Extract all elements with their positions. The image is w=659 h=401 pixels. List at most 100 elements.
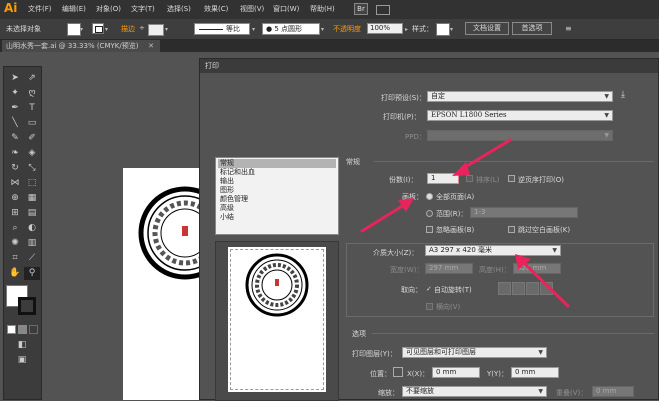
reverse-order-checkbox[interactable]	[508, 175, 515, 182]
position-anchor-icon[interactable]	[393, 367, 403, 377]
print-layers-select[interactable]: 可见图层和可打印图层 ▼	[402, 347, 547, 358]
category-summary[interactable]: 小结	[218, 213, 336, 222]
shape-builder-tool-icon[interactable]: ⊕	[7, 192, 23, 205]
transverse-checkbox[interactable]	[426, 303, 433, 310]
arrange-documents-icon[interactable]	[376, 5, 390, 15]
save-preset-icon[interactable]: ⤓	[621, 90, 625, 100]
chevron-down-icon[interactable]: ▾	[165, 26, 168, 33]
copies-field[interactable]: 1	[427, 173, 459, 184]
mesh-tool-icon[interactable]: ⊞	[7, 207, 23, 220]
variable-width-profile[interactable]: 等比	[194, 23, 250, 35]
none-mode-button[interactable]	[29, 325, 38, 334]
print-preset-select[interactable]: 自定 ▼	[427, 91, 613, 102]
range-radio[interactable]	[426, 210, 433, 217]
width-field[interactable]: 297 mm	[425, 263, 473, 274]
paintbrush-tool-icon[interactable]: ✎	[7, 132, 23, 145]
hand-tool-icon[interactable]: ✋	[7, 267, 23, 280]
category-color-management[interactable]: 颜色管理	[218, 195, 336, 204]
stroke-color-swatch[interactable]	[18, 297, 36, 315]
eyedropper-tool-icon[interactable]: ⌕	[7, 222, 23, 235]
brush-definition[interactable]: ● 5 点圆形	[262, 23, 320, 35]
range-field[interactable]: 1-3	[470, 207, 578, 218]
eraser-tool-icon[interactable]: ◈	[24, 147, 40, 160]
screen-mode-icon[interactable]: ▣	[14, 354, 30, 367]
menu-window[interactable]: 窗口(W)	[273, 4, 299, 14]
perspective-grid-tool-icon[interactable]: ▦	[24, 192, 40, 205]
category-advanced[interactable]: 高级	[218, 204, 336, 213]
graphic-style-swatch[interactable]	[436, 23, 450, 36]
scale-tool-icon[interactable]: ⤡	[24, 162, 40, 175]
pencil-tool-icon[interactable]: ✐	[24, 132, 40, 145]
flipped-landscape-icon[interactable]	[540, 282, 553, 295]
landscape-orientation-icon[interactable]	[512, 282, 525, 295]
bridge-button[interactable]: Br	[354, 3, 368, 15]
stroke-swatch[interactable]	[92, 23, 104, 34]
checkmark-icon[interactable]: ✓	[426, 285, 432, 293]
x-field[interactable]: 0 mm	[432, 367, 480, 378]
lasso-tool-icon[interactable]: ღ	[24, 87, 40, 100]
zoom-tool-icon[interactable]: ⚲	[24, 267, 40, 280]
selection-tool-icon[interactable]: ➤	[7, 72, 23, 85]
y-field[interactable]: 0 mm	[511, 367, 559, 378]
rectangle-tool-icon[interactable]: ▭	[24, 117, 40, 130]
gradient-tool-icon[interactable]: ▤	[24, 207, 40, 220]
menu-select[interactable]: 选择(S)	[167, 4, 191, 14]
magic-wand-tool-icon[interactable]: ✦	[7, 87, 23, 100]
ppd-select[interactable]: ▼	[427, 130, 613, 141]
symbol-sprayer-tool-icon[interactable]: ✺	[7, 237, 23, 250]
fill-swatch[interactable]	[67, 23, 81, 36]
category-output[interactable]: 输出	[218, 177, 336, 186]
document-setup-button[interactable]: 文档设置	[465, 22, 509, 35]
menu-view[interactable]: 视图(V)	[240, 4, 264, 14]
printer-select[interactable]: EPSON L1800 Series ▼	[427, 110, 613, 121]
flipped-portrait-icon[interactable]	[526, 282, 539, 295]
category-graphics[interactable]: 图形	[218, 186, 336, 195]
width-tool-icon[interactable]: ⋈	[7, 177, 23, 190]
free-transform-tool-icon[interactable]: ⬚	[24, 177, 40, 190]
close-icon[interactable]: ✕	[148, 40, 154, 52]
rotate-tool-icon[interactable]: ↻	[7, 162, 23, 175]
opacity-label[interactable]: 不透明度	[333, 24, 361, 34]
direct-selection-tool-icon[interactable]: ⇗	[24, 72, 40, 85]
skip-blank-checkbox[interactable]	[508, 226, 515, 233]
portrait-orientation-icon[interactable]	[498, 282, 511, 295]
stroke-weight-field[interactable]	[148, 24, 164, 36]
scale-select[interactable]: 不要缩放 ▼	[402, 386, 547, 397]
chevron-down-icon[interactable]: ▾	[105, 26, 108, 33]
gradient-mode-button[interactable]	[18, 325, 27, 334]
line-tool-icon[interactable]: ╲	[7, 117, 23, 130]
menu-type[interactable]: 文字(T)	[131, 4, 155, 14]
menu-help[interactable]: 帮助(H)	[310, 4, 335, 14]
chevron-down-icon[interactable]: ▾	[252, 26, 255, 33]
preferences-button[interactable]: 首选项	[512, 22, 552, 35]
opacity-field[interactable]: 100%	[367, 23, 403, 34]
print-preview[interactable]	[215, 241, 339, 401]
ignore-artboards-checkbox[interactable]	[426, 226, 433, 233]
stroke-spinner[interactable]: ÷	[139, 24, 145, 32]
column-graph-tool-icon[interactable]: ▥	[24, 237, 40, 250]
chevron-down-icon[interactable]: ▾	[80, 26, 83, 33]
drawing-mode-icon[interactable]: ◧	[14, 339, 30, 352]
blend-tool-icon[interactable]: ◐	[24, 222, 40, 235]
chevron-down-icon[interactable]: ▾	[321, 26, 324, 33]
chevron-right-icon[interactable]: ▸	[405, 26, 408, 33]
all-pages-radio[interactable]	[426, 193, 433, 200]
slice-tool-icon[interactable]: ⟋	[24, 252, 40, 265]
media-size-select[interactable]: A3 297 x 420 毫米 ▼	[425, 245, 561, 256]
chevron-down-icon[interactable]: ▾	[450, 26, 453, 33]
blob-brush-tool-icon[interactable]: ❧	[7, 147, 23, 160]
overlap-field[interactable]: 0 mm	[592, 386, 634, 397]
color-mode-button[interactable]	[7, 325, 16, 334]
category-marks-and-bleed[interactable]: 标记和出血	[218, 168, 336, 177]
menu-file[interactable]: 文件(F)	[28, 4, 52, 14]
type-tool-icon[interactable]: T	[24, 102, 40, 115]
artboard-tool-icon[interactable]: ⌗	[7, 252, 23, 265]
document-tab[interactable]: 山明水秀一套.ai @ 33.33% (CMYK/预览) ✕	[2, 40, 160, 52]
height-field[interactable]: 420 mm	[513, 263, 561, 274]
panel-menu-icon[interactable]: ≡	[565, 24, 572, 33]
stroke-label[interactable]: 描边	[121, 24, 135, 34]
menu-effect[interactable]: 效果(C)	[204, 4, 228, 14]
menu-object[interactable]: 对象(O)	[96, 4, 121, 14]
pen-tool-icon[interactable]: ✒	[7, 102, 23, 115]
menu-edit[interactable]: 编辑(E)	[62, 4, 86, 14]
